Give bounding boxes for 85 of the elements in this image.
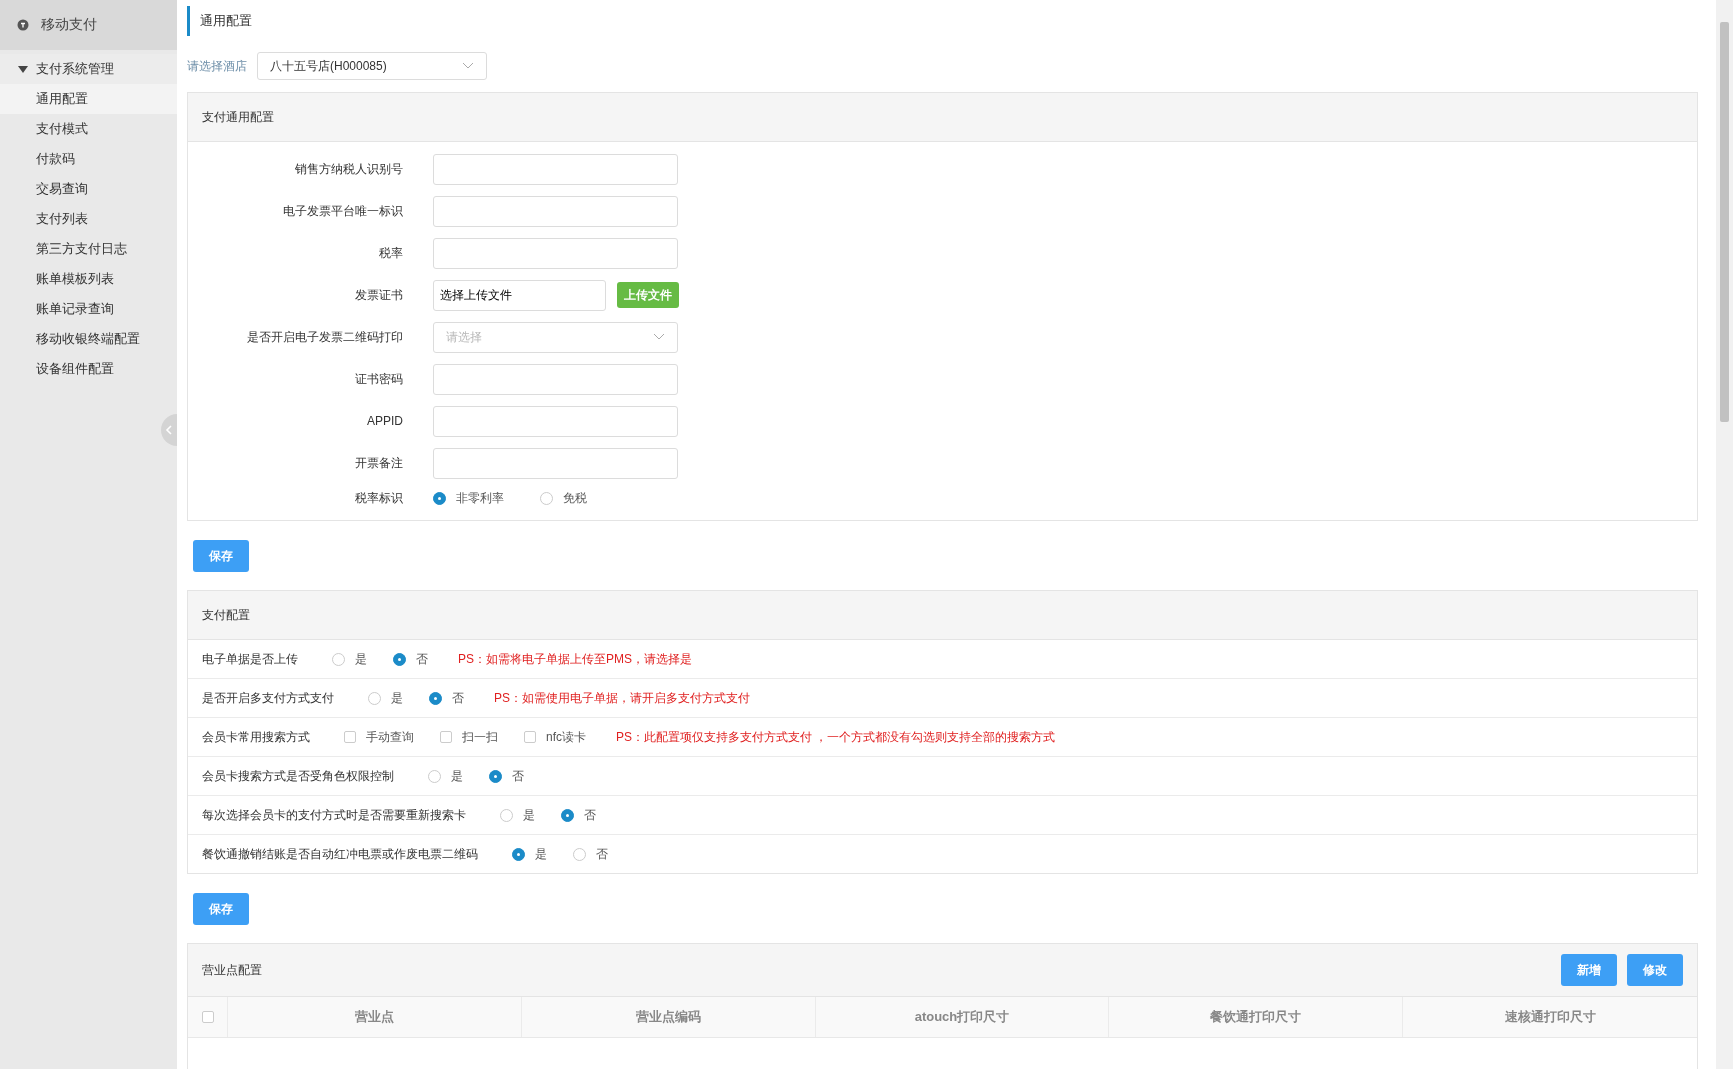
file-field[interactable]: 选择上传文件 — [433, 279, 606, 311]
hint-text: PS：此配置项仅支持多支付方式支付 ，一个方式都没有勾选则支持全部的搜索方式 — [616, 728, 1056, 746]
input-field[interactable] — [433, 405, 678, 437]
option-label: 扫一扫 — [462, 728, 498, 746]
setting-label: 会员卡常用搜索方式 — [202, 728, 310, 746]
option-label: 是 — [355, 650, 367, 668]
menu-group-label: 支付系统管理 — [36, 60, 114, 78]
menu-item[interactable]: 支付模式 — [0, 114, 177, 144]
menu-item[interactable]: 第三方支付日志 — [0, 234, 177, 264]
checkbox[interactable] — [201, 1011, 214, 1023]
option-label: 免税 — [563, 489, 587, 507]
checkbox[interactable] — [440, 731, 452, 743]
column-header: 营业点编码 — [521, 997, 816, 1037]
field-label: 销售方纳税人识别号 — [294, 160, 403, 178]
radio-button[interactable] — [540, 491, 553, 505]
setting-label: 电子单据是否上传 — [202, 650, 298, 668]
option-label: 是 — [535, 845, 547, 863]
radio-button[interactable] — [429, 691, 442, 705]
radio-button[interactable] — [332, 652, 345, 666]
column-header: 营业点 — [228, 997, 522, 1037]
app-icon — [17, 19, 29, 31]
checkbox[interactable] — [524, 731, 536, 743]
radio-button[interactable] — [433, 491, 446, 505]
field-label: 是否开启电子发票二维码打印 — [246, 328, 403, 346]
option-label: 否 — [452, 689, 464, 707]
checkbox[interactable] — [344, 731, 356, 743]
hint-text: PS：如需使用电子单据，请开启多支付方式支付 — [494, 689, 750, 707]
field-label: 证书密码 — [354, 370, 403, 388]
radio-button[interactable] — [393, 652, 406, 666]
collapse-handle[interactable] — [161, 414, 177, 446]
menu-item[interactable]: 移动收银终端配置 — [0, 324, 177, 354]
field-label: 开票备注 — [354, 454, 403, 472]
input-field[interactable] — [433, 195, 678, 227]
panel-title: 营业点配置 — [202, 962, 262, 979]
input-field[interactable] — [433, 153, 678, 185]
field-label: 税率标识 — [354, 489, 403, 507]
input-field[interactable] — [433, 447, 678, 479]
option-label: 是 — [391, 689, 403, 707]
field-label: 请选择酒店 — [187, 57, 247, 75]
column-header: atouch打印尺寸 — [815, 997, 1110, 1037]
panel-title: 支付配置 — [188, 591, 1697, 640]
panel-title: 支付通用配置 — [188, 93, 1697, 142]
scrollbar[interactable] — [1716, 0, 1733, 1069]
radio-button[interactable] — [368, 691, 381, 705]
menu-item[interactable]: 账单模板列表 — [0, 264, 177, 294]
radio-button[interactable] — [561, 808, 574, 822]
option-label: 否 — [416, 650, 428, 668]
scrollbar-thumb[interactable] — [1720, 22, 1729, 422]
radio-button[interactable] — [573, 847, 586, 861]
column-header: 速核通打印尺寸 — [1503, 1008, 1597, 1026]
option-label: 否 — [584, 806, 596, 824]
radio-button[interactable] — [512, 847, 525, 861]
radio-button[interactable] — [489, 769, 502, 783]
chevron-down-icon — [462, 62, 474, 70]
setting-label: 是否开启多支付方式支付 — [202, 689, 334, 707]
chevron-down-icon — [653, 333, 665, 341]
input-field[interactable] — [433, 363, 678, 395]
hint-text: PS：如需将电子单据上传至PMS，请选择是 — [458, 650, 692, 668]
menu-item[interactable]: 设备组件配置 — [0, 354, 177, 384]
option-label: 是 — [523, 806, 535, 824]
hotel-select[interactable]: 八十五号店(H000085) — [257, 52, 487, 80]
field-label: 税率 — [378, 244, 403, 262]
option-label: 手动查询 — [366, 728, 414, 746]
field-label: APPID — [366, 414, 403, 428]
option-label: 非零利率 — [456, 489, 504, 507]
menu-item[interactable]: 通用配置 — [0, 84, 177, 114]
menu-item[interactable]: 付款码 — [0, 144, 177, 174]
option-label: nfc读卡 — [546, 728, 586, 746]
radio-button[interactable] — [500, 808, 513, 822]
setting-label: 餐饮通撤销结账是否自动红冲电票或作废电票二维码 — [202, 845, 478, 863]
menu-item[interactable]: 支付列表 — [0, 204, 177, 234]
menu-item[interactable]: 账单记录查询 — [0, 294, 177, 324]
column-header: 餐饮通打印尺寸 — [1109, 997, 1404, 1037]
option-label: 是 — [451, 767, 463, 785]
field-label: 发票证书 — [354, 286, 403, 304]
setting-label: 每次选择会员卡的支付方式时是否需要重新搜索卡 — [202, 806, 466, 824]
menu-item[interactable]: 交易查询 — [0, 174, 177, 204]
setting-label: 会员卡搜索方式是否受角色权限控制 — [202, 767, 394, 785]
page-title: 通用配置 — [187, 6, 1698, 36]
input-field[interactable] — [433, 237, 678, 269]
field-label: 电子发票平台唯一标识 — [282, 202, 403, 220]
app-title: 移动支付 — [41, 16, 97, 34]
option-label: 否 — [512, 767, 524, 785]
option-label: 否 — [596, 845, 608, 863]
radio-button[interactable] — [428, 769, 441, 783]
